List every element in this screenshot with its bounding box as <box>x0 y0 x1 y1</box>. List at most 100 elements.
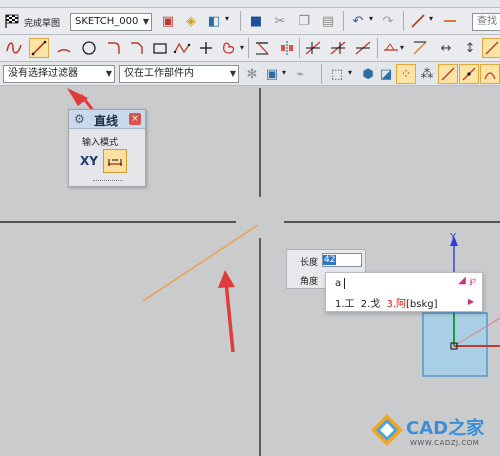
endpoint-snap-icon[interactable] <box>438 64 458 84</box>
chevron-down-icon[interactable]: ▾ <box>429 14 433 23</box>
curve-snap-icon[interactable] <box>480 64 500 84</box>
ime-next-page-icon[interactable]: ▶ <box>468 297 474 306</box>
polyline-icon[interactable] <box>172 38 192 58</box>
midpoint-snap-icon[interactable] <box>459 64 479 84</box>
save-icon[interactable]: ■ <box>246 11 266 31</box>
length-value: 42 <box>323 255 337 265</box>
checkered-flag-icon[interactable] <box>2 11 22 31</box>
sketch-tool-icon[interactable]: ▣ <box>158 11 178 31</box>
ime-candidate-2[interactable]: 2.戈 <box>361 299 381 310</box>
dimension-icon[interactable]: ↔ <box>436 38 456 58</box>
ime-candidate-list: 1.工 2.戈 3.阿[bskg] <box>335 295 438 310</box>
vertical-dimension-icon[interactable]: ↕ <box>460 38 480 58</box>
menu-bar <box>0 0 500 8</box>
toolbar-separator <box>377 38 378 58</box>
toolbar-separator <box>240 11 241 31</box>
rectangle-select-icon[interactable]: ⬚ <box>327 64 347 84</box>
inferred-constraints-icon[interactable] <box>482 38 500 58</box>
gear-icon[interactable]: ⚙ <box>74 112 85 126</box>
chevron-down-icon[interactable]: ▾ <box>348 68 352 77</box>
chevron-down-icon[interactable]: ▾ <box>282 68 286 77</box>
copy-icon[interactable]: ❐ <box>294 11 314 31</box>
cut-icon[interactable]: ✂ <box>270 11 290 31</box>
chevron-down-icon[interactable]: ▾ <box>400 43 404 52</box>
length-label: 长度 <box>300 258 319 268</box>
length-input[interactable]: 42 <box>322 253 362 267</box>
face-icon[interactable]: ◪ <box>376 64 396 84</box>
chevron-down-icon: ▼ <box>142 17 149 26</box>
selection-toolbar: 没有选择过滤器 ▼ 仅在工作部件内 ▼ ✻ ▣ ▾ ⌁ ⬚ ▾ ⬢ ◪ ⁘ ⁂ <box>0 62 500 86</box>
parameter-mode-icon <box>108 159 122 166</box>
constraint-icon[interactable] <box>381 38 401 58</box>
ime-candidate-1[interactable]: 1.工 <box>335 299 355 310</box>
sketch-name-select[interactable]: SKETCH_000 ▼ <box>70 13 152 31</box>
dialog-header[interactable]: ⚙ 直线 × <box>69 110 145 129</box>
selection-scope-value: 仅在工作部件内 <box>124 68 194 79</box>
solid-body-icon[interactable]: ⬢ <box>358 64 378 84</box>
geometric-constraint-icon[interactable] <box>410 38 430 58</box>
chevron-down-icon[interactable]: ▾ <box>225 14 229 23</box>
mirror-icon[interactable] <box>277 38 297 58</box>
ime-composition: a <box>335 278 342 289</box>
studio-spline-icon[interactable] <box>219 38 239 58</box>
profile-icon[interactable] <box>4 38 24 58</box>
command-search-input[interactable]: 查找 <box>472 13 500 31</box>
toolbar-separator <box>299 38 300 58</box>
point-snap-icon[interactable]: ⁂ <box>417 64 437 84</box>
sketch-name-value: SKETCH_000 <box>75 16 139 27</box>
gear-icon[interactable]: ✻ <box>242 64 262 84</box>
toolbar-separator <box>343 11 344 31</box>
ime-logo-icon: ◢ ℘ <box>458 275 476 286</box>
quick-extend-icon[interactable] <box>328 38 348 58</box>
line-icon[interactable] <box>29 38 49 58</box>
chamfer-icon[interactable] <box>127 38 147 58</box>
chevron-down-icon[interactable]: ▾ <box>369 14 373 23</box>
dialog-resize-grip[interactable] <box>93 180 123 184</box>
redo-icon[interactable]: ↷ <box>378 11 398 31</box>
cube-icon[interactable]: ◈ <box>181 11 201 31</box>
chevron-down-icon: ▼ <box>105 69 112 78</box>
circle-icon[interactable] <box>79 38 99 58</box>
snap-point-icon[interactable]: ⁘ <box>396 64 416 84</box>
quick-trim-icon[interactable] <box>303 38 323 58</box>
line-tool-icon[interactable] <box>408 11 428 31</box>
line-display-icon[interactable] <box>440 11 460 31</box>
toolbar-separator <box>403 11 404 31</box>
input-mode-label: 输入模式 <box>82 138 119 148</box>
make-corner-icon[interactable] <box>353 38 373 58</box>
chevron-down-icon: ▼ <box>229 69 236 78</box>
point-icon[interactable] <box>196 38 216 58</box>
toolbar-separator <box>248 38 249 58</box>
xy-mode-button[interactable]: XY <box>78 150 100 172</box>
main-toolbar: 完成草图 SKETCH_000 ▼ ▣ ◈ ◧ ▾ ■ ✂ ❐ ▤ ↶ ▾ ↷ … <box>0 8 500 35</box>
selection-filter-value: 没有选择过滤器 <box>8 68 78 79</box>
ime-candidate-3[interactable]: 3.阿 <box>386 299 406 310</box>
reattach-icon[interactable]: ◧ <box>204 11 224 31</box>
paste-icon[interactable]: ▤ <box>318 11 338 31</box>
type-filter-icon[interactable]: ▣ <box>262 64 282 84</box>
parameter-mode-button[interactable] <box>103 149 127 173</box>
selection-filter-select[interactable]: 没有选择过滤器 ▼ <box>3 65 115 83</box>
watermark-site: CAD之家 <box>406 418 485 439</box>
fillet-icon[interactable] <box>104 38 124 58</box>
toolbar-separator <box>321 64 322 84</box>
xy-mode-label: XY <box>80 154 98 168</box>
angle-label: 角度 <box>300 277 319 287</box>
ime-candidate-window: a ◢ ℘ 1.工 2.戈 3.阿[bskg] ▶ <box>325 272 483 312</box>
reset-filter-icon[interactable]: ⌁ <box>290 64 310 84</box>
ime-caret <box>344 278 345 289</box>
close-icon[interactable]: × <box>129 113 141 125</box>
undo-icon[interactable]: ↶ <box>348 11 368 31</box>
finish-sketch-label[interactable]: 完成草图 <box>24 16 60 29</box>
line-dialog: ⚙ 直线 × 输入模式 XY <box>68 109 146 187</box>
watermark-url: WWW.CADZJ.COM <box>410 439 480 447</box>
chevron-down-icon[interactable]: ▾ <box>240 43 244 52</box>
arc-icon[interactable] <box>54 38 74 58</box>
selection-scope-select[interactable]: 仅在工作部件内 ▼ <box>119 65 239 83</box>
ime-code-hint: [bskg] <box>406 299 438 310</box>
trim-icon[interactable] <box>252 38 272 58</box>
cadzj-logo-icon <box>371 414 403 446</box>
dialog-title: 直线 <box>94 114 119 128</box>
watermark: CAD之家 WWW.CADZJ.COM <box>370 411 500 456</box>
rectangle-icon[interactable] <box>150 38 170 58</box>
